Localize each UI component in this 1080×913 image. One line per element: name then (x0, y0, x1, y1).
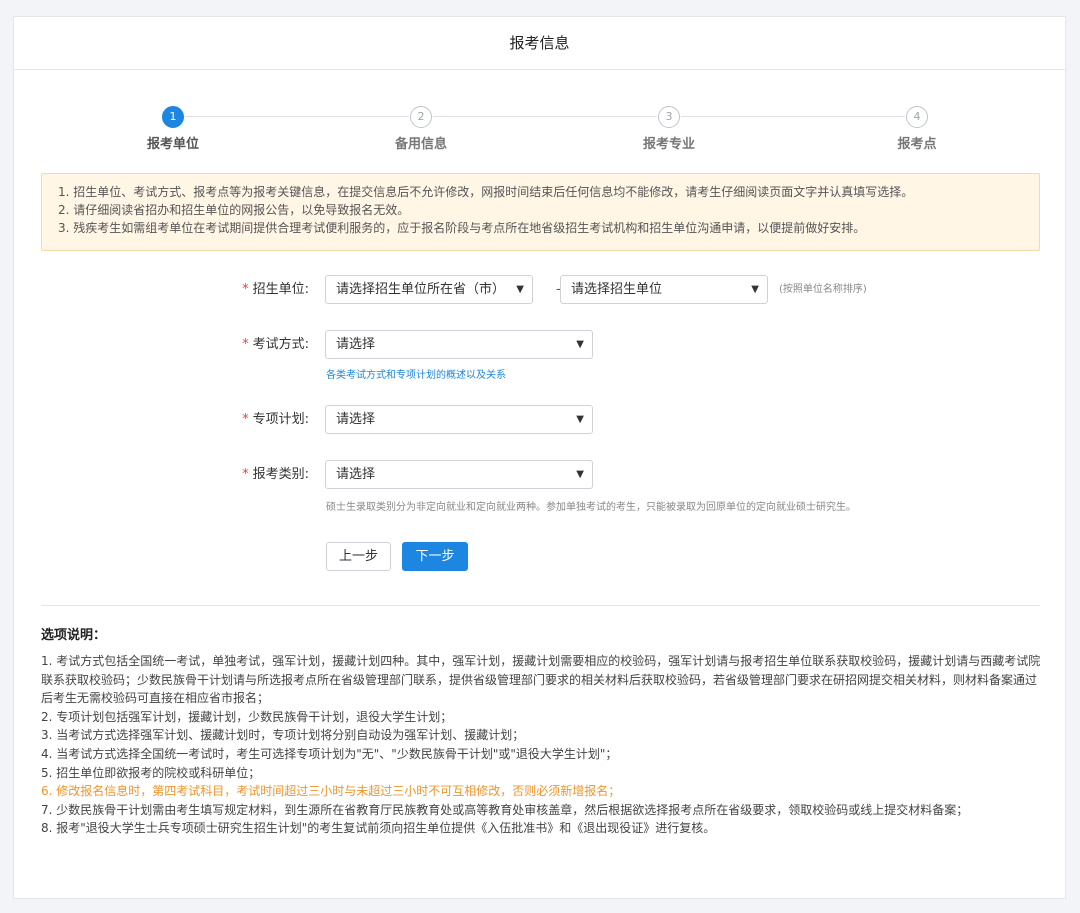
unit-label: * 招生单位: (242, 282, 309, 297)
unit-select[interactable]: 请选择招生单位 ▼ (560, 275, 768, 304)
options-explanation: 选项说明： 1. 考试方式包括全国统一考试，单独考试，强军计划，援藏计划四种。其… (41, 624, 1046, 838)
category-label: * 报考类别: (242, 467, 309, 482)
explanation-line: 1. 考试方式包括全国统一考试，单独考试，强军计划，援藏计划四种。其中，强军计划… (41, 654, 1041, 706)
chevron-down-icon: ▼ (576, 339, 584, 350)
prev-step-button[interactable]: 上一步 (326, 542, 391, 571)
exam-mode-label: * 考试方式: (242, 337, 309, 352)
required-mark: * (242, 282, 249, 297)
registration-panel: 报考信息 1 报考单位 2 备用信息 3 报考专业 4 报考点 1. 招生单位、… (13, 16, 1066, 899)
notice-line: 2. 请仔细阅读省招办和招生单位的网报公告，以免导致报名无效。 (58, 203, 410, 217)
step-number: 4 (906, 106, 928, 128)
step-connector (681, 116, 905, 117)
page-title: 报考信息 (14, 17, 1065, 70)
step-4: 4 报考点 (877, 106, 957, 152)
explanation-line: 8. 报考"退役大学生士兵专项硕士研究生招生计划"的考生复试前须向招生单位提供《… (41, 821, 716, 836)
notice-box: 1. 招生单位、考试方式、报考点等为报考关键信息，在提交信息后不允许修改，网报时… (41, 173, 1040, 251)
step-connector (185, 116, 409, 117)
step-1: 1 报考单位 (133, 106, 213, 152)
explanation-line: 4. 当考试方式选择全国统一考试时，考生可选择专项计划为"无"、"少数民族骨干计… (41, 746, 618, 761)
sort-hint: (按照单位名称排序) (779, 284, 867, 295)
step-number: 3 (658, 106, 680, 128)
category-note: 硕士生录取类别分为非定向就业和定向就业两种。参加单独考试的考生，只能被录取为回原… (326, 502, 856, 513)
special-plan-select[interactable]: 请选择 ▼ (325, 405, 593, 434)
step-label: 备用信息 (394, 137, 447, 152)
notice-line: 1. 招生单位、考试方式、报考点等为报考关键信息，在提交信息后不允许修改，网报时… (58, 185, 914, 199)
explanation-title: 选项说明： (41, 628, 107, 643)
chevron-down-icon: ▼ (516, 284, 524, 295)
step-number: 1 (162, 106, 184, 128)
step-connector (433, 116, 657, 117)
explanation-line: 5. 招生单位即欲报考的院校或科研单位； (41, 765, 261, 780)
chevron-down-icon: ▼ (576, 469, 584, 480)
unit-select-value: 请选择招生单位 (571, 282, 663, 297)
exam-mode-overview-link[interactable]: 各类考试方式和专项计划的概述以及关系 (326, 366, 506, 381)
step-number: 2 (410, 106, 432, 128)
chevron-down-icon: ▼ (576, 414, 584, 425)
step-label: 报考单位 (146, 137, 199, 152)
special-plan-select-value: 请选择 (336, 412, 376, 427)
special-plan-label: * 专项计划: (242, 412, 309, 427)
step-label: 报考专业 (642, 137, 695, 152)
category-select-value: 请选择 (336, 467, 376, 482)
exam-mode-select[interactable]: 请选择 ▼ (325, 330, 593, 359)
step-indicator: 1 报考单位 2 备用信息 3 报考专业 4 报考点 (14, 106, 1065, 154)
required-mark: * (242, 467, 249, 482)
exam-mode-select-value: 请选择 (336, 337, 376, 352)
explanation-line-warning: 6. 修改报名信息时，第四考试科目，考试时间超过三小时与未超过三小时不可互相修改… (41, 784, 621, 799)
province-select[interactable]: 请选择招生单位所在省（市） ▼ (325, 275, 533, 304)
province-select-value: 请选择招生单位所在省（市） (336, 282, 506, 297)
explanation-line: 3. 当考试方式选择强军计划、援藏计划时，专项计划将分别自动设为强军计划、援藏计… (41, 728, 525, 743)
explanation-line: 7. 少数民族骨干计划需由考生填写规定材料，到生源所在省教育厅民族教育处或高等教… (41, 802, 969, 817)
notice-line: 3. 残疾考生如需组考单位在考试期间提供合理考试便利服务的，应于报名阶段与考点所… (58, 221, 866, 235)
chevron-down-icon: ▼ (751, 284, 759, 295)
step-3: 3 报考专业 (629, 106, 709, 152)
step-2: 2 备用信息 (381, 106, 461, 152)
required-mark: * (242, 412, 249, 427)
category-select[interactable]: 请选择 ▼ (325, 460, 593, 489)
step-label: 报考点 (897, 137, 937, 152)
next-step-button[interactable]: 下一步 (402, 542, 468, 571)
divider (41, 605, 1040, 606)
explanation-line: 2. 专项计划包括强军计划，援藏计划，少数民族骨干计划，退役大学生计划； (41, 709, 453, 724)
required-mark: * (242, 337, 249, 352)
